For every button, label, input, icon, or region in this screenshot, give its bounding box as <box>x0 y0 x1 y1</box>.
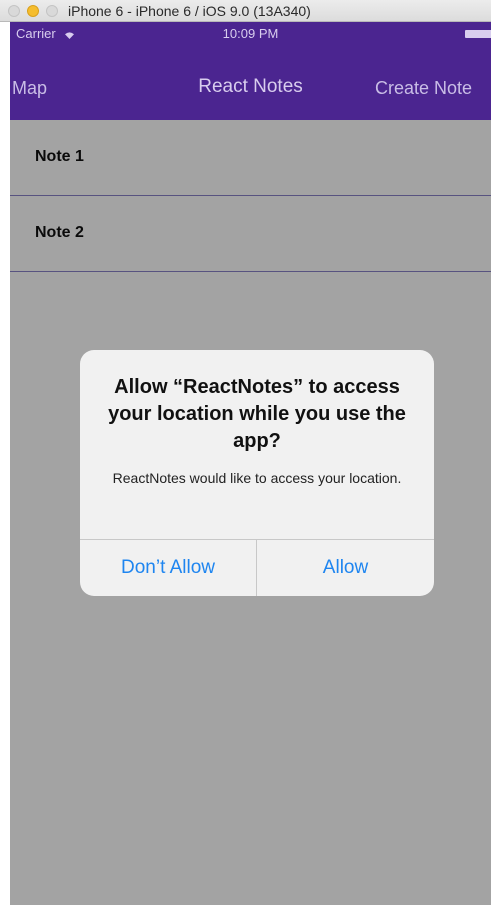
device-screen: Carrier 10:09 PM Map React Notes Create … <box>10 22 491 905</box>
simulator-title-bar: iPhone 6 - iPhone 6 / iOS 9.0 (13A340) <box>0 0 491 22</box>
status-time: 10:09 PM <box>222 26 279 41</box>
battery-icon <box>465 30 491 38</box>
navigation-bar: Carrier 10:09 PM Map React Notes Create … <box>10 22 491 120</box>
create-note-button[interactable]: Create Note <box>375 78 472 99</box>
dont-allow-button[interactable]: Don’t Allow <box>80 540 256 596</box>
location-permission-alert: Allow “ReactNotes” to access your locati… <box>80 350 434 596</box>
alert-title: Allow “ReactNotes” to access your locati… <box>108 376 406 452</box>
window-minimize-button[interactable] <box>27 5 39 17</box>
allow-button[interactable]: Allow <box>257 540 434 596</box>
alert-message: ReactNotes would like to access your loc… <box>112 470 402 486</box>
window-title: iPhone 6 - iPhone 6 / iOS 9.0 (13A340) <box>68 3 311 19</box>
window-close-button[interactable] <box>8 5 20 17</box>
window-zoom-button[interactable] <box>46 5 58 17</box>
